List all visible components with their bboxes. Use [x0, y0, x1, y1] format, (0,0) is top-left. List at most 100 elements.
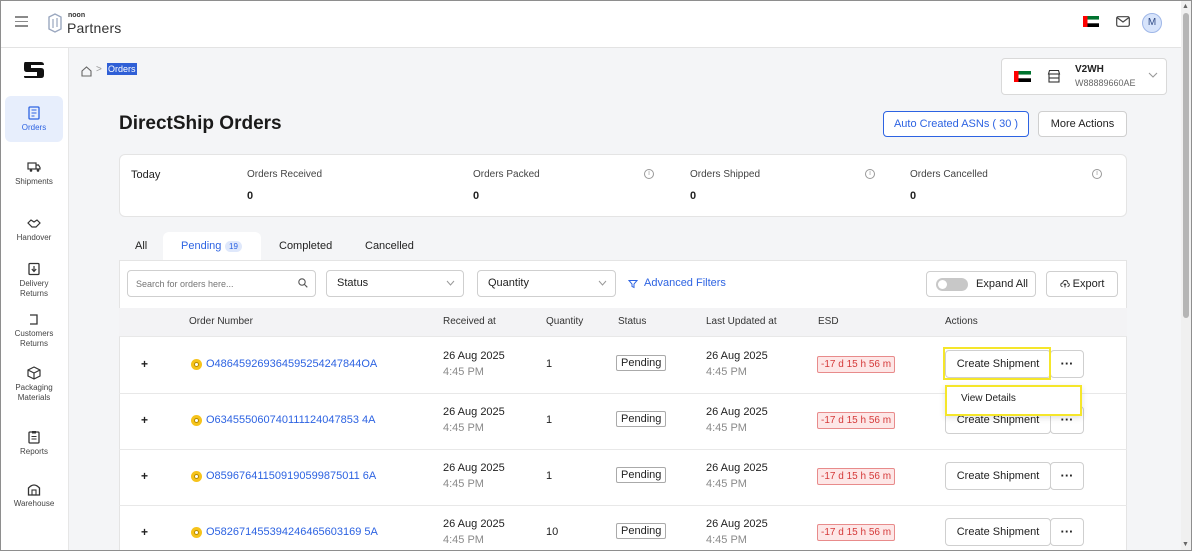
esd-badge: -17 d 15 h 56 m [817, 524, 896, 541]
row-more-options-button[interactable]: ··· [1050, 350, 1084, 378]
expand-row-button[interactable]: + [141, 469, 148, 483]
order-number-link[interactable]: O859676411509190599875011 6A [206, 470, 376, 482]
breadcrumb-separator: > [96, 64, 102, 75]
expand-all-toggle[interactable]: Expand All [926, 271, 1036, 297]
sidebar-item-label: Orders [21, 123, 47, 132]
export-button[interactable]: Export [1046, 271, 1118, 297]
updated-date: 26 Aug 2025 [706, 518, 768, 530]
received-time: 4:45 PM [443, 422, 484, 434]
expand-row-button[interactable]: + [141, 525, 148, 539]
package-icon [27, 366, 41, 380]
info-icon[interactable]: i [644, 169, 654, 179]
toggle-knob [938, 280, 947, 289]
stat-value: 0 [690, 190, 697, 202]
store-id: W88889660AE [1075, 78, 1136, 88]
partner-logo-icon[interactable] [22, 60, 46, 80]
sidebar-item-label: Reports [19, 447, 48, 456]
truck-icon [27, 162, 41, 172]
order-number-link[interactable]: O582671455394246465603169 5A [206, 526, 378, 538]
chevron-down-icon [446, 280, 455, 286]
cloud-upload-icon [1059, 280, 1070, 288]
status-select[interactable]: Status [326, 270, 464, 297]
toggle-switch[interactable] [936, 278, 968, 291]
stat-value: 0 [473, 190, 480, 202]
auto-created-asns-button[interactable]: Auto Created ASNs ( 30 ) [883, 111, 1029, 137]
header-status[interactable]: Status [618, 316, 646, 327]
create-shipment-button[interactable]: Create Shipment [945, 518, 1051, 546]
store-code: V2WH [1075, 64, 1104, 75]
stats-today-label: Today [131, 169, 161, 181]
store-selector[interactable]: V2WH W88889660AE [1001, 58, 1167, 95]
stat-orders-shipped: Orders Shipped 0 i [681, 155, 896, 216]
order-number-link[interactable]: O634555060740111124047853 4A [206, 414, 375, 426]
expand-row-button[interactable]: + [141, 413, 148, 427]
row-divider [119, 449, 1127, 450]
status-badge: Pending [616, 411, 667, 427]
sidebar-item-warehouse[interactable]: Warehouse [5, 482, 63, 509]
view-details-menu-item[interactable]: View Details [945, 385, 1082, 416]
order-status-icon [191, 527, 202, 538]
expand-row-button[interactable]: + [141, 357, 148, 371]
user-avatar[interactable]: M [1142, 13, 1162, 33]
sidebar-item-packaging-materials[interactable]: Packaging Materials [5, 366, 63, 403]
app-window: noon Partners M Orders Shipments Handove… [0, 0, 1192, 551]
updated-date: 26 Aug 2025 [706, 406, 768, 418]
scrollbar-thumb[interactable] [1183, 13, 1189, 318]
tab-cancelled[interactable]: Cancelled [365, 240, 414, 252]
uae-flag-icon [1014, 71, 1031, 82]
pending-count-badge: 19 [225, 241, 242, 252]
uae-flag-icon[interactable] [1083, 16, 1099, 27]
warehouse-icon [27, 484, 41, 496]
header-quantity[interactable]: Quantity [546, 316, 583, 327]
info-icon[interactable]: i [1092, 169, 1102, 179]
quantity-select[interactable]: Quantity [477, 270, 616, 297]
clipboard-icon [28, 431, 40, 444]
page-title: DirectShip Orders [119, 113, 282, 134]
received-date: 26 Aug 2025 [443, 350, 505, 362]
info-icon[interactable]: i [865, 169, 875, 179]
create-shipment-button[interactable]: Create Shipment [945, 462, 1051, 490]
expand-all-label: Expand All [976, 278, 1028, 290]
home-icon[interactable] [81, 66, 92, 77]
search-input[interactable] [127, 270, 316, 297]
hamburger-menu-icon[interactable] [15, 16, 28, 28]
stat-orders-packed: Orders Packed 0 i [464, 155, 674, 216]
row-more-options-button[interactable]: ··· [1050, 518, 1084, 546]
sidebar-item-customers-returns[interactable]: Customers Returns [5, 312, 63, 349]
breadcrumb-current[interactable]: Orders [107, 63, 137, 75]
updated-time: 4:45 PM [706, 478, 747, 490]
status-badge: Pending [616, 355, 667, 371]
header-esd[interactable]: ESD [818, 316, 839, 327]
header-last-updated[interactable]: Last Updated at [706, 316, 777, 327]
stat-label: Orders Received [247, 169, 323, 180]
return-box-icon [28, 262, 40, 276]
order-number-link[interactable]: O486459269364595254247844OA [206, 358, 377, 370]
sidebar-item-delivery-returns[interactable]: Delivery Returns [5, 262, 63, 299]
tab-pending[interactable]: Pending [181, 240, 221, 252]
row-more-options-button[interactable]: ··· [1050, 462, 1084, 490]
order-status-icon [191, 359, 202, 370]
more-actions-button[interactable]: More Actions [1038, 111, 1127, 137]
brand-small-text: noon [68, 12, 86, 19]
search-icon[interactable] [298, 278, 308, 288]
esd-badge: -17 d 15 h 56 m [817, 356, 896, 373]
tab-all[interactable]: All [135, 240, 147, 252]
scroll-down-arrow-icon[interactable]: ▼ [1182, 541, 1189, 548]
header-received-at[interactable]: Received at [443, 316, 496, 327]
updated-time: 4:45 PM [706, 366, 747, 378]
stat-value: 0 [910, 190, 917, 202]
filter-icon[interactable] [628, 279, 638, 289]
quantity-value: 1 [546, 470, 553, 482]
today-stats-card: Today Orders Received 0 Orders Packed 0 … [119, 154, 1127, 217]
sidebar-item-handover[interactable]: Handover [5, 216, 63, 243]
advanced-filters-link[interactable]: Advanced Filters [644, 277, 726, 289]
mail-icon[interactable] [1116, 16, 1130, 27]
header-order-number[interactable]: Order Number [189, 316, 253, 327]
sidebar-item-shipments[interactable]: Shipments [5, 160, 63, 187]
scroll-up-arrow-icon[interactable]: ▲ [1182, 3, 1189, 10]
tab-completed[interactable]: Completed [279, 240, 332, 252]
sidebar-item-label: Customers Returns [14, 329, 54, 348]
sidebar-item-reports[interactable]: Reports [5, 430, 63, 457]
sidebar-item-orders[interactable]: Orders [5, 96, 63, 142]
stat-orders-cancelled: Orders Cancelled 0 i [901, 155, 1116, 216]
